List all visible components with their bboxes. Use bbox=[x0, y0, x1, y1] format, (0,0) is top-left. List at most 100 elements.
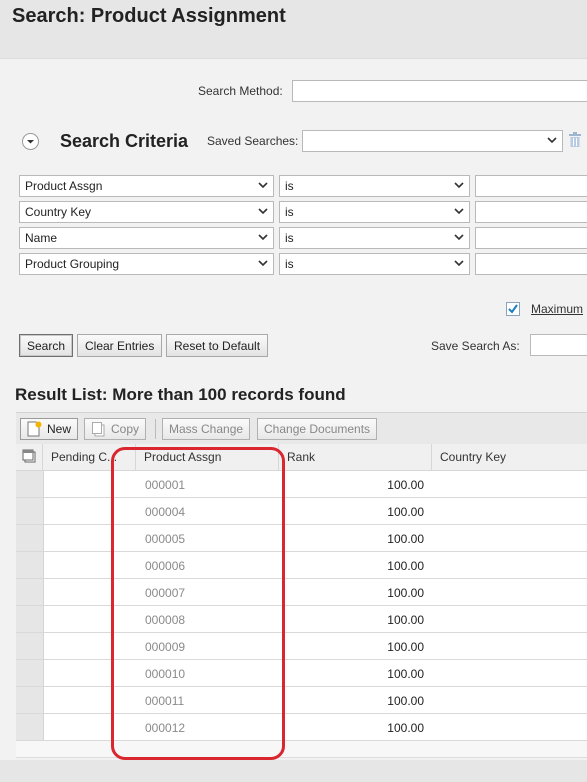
table-row[interactable]: 000007 100.00 bbox=[16, 579, 587, 606]
cell-rank: 100.00 bbox=[387, 613, 424, 627]
copy-button[interactable]: Copy bbox=[84, 418, 147, 440]
change-documents-button[interactable]: Change Documents bbox=[257, 418, 378, 440]
cell-rank: 100.00 bbox=[387, 694, 424, 708]
table-row[interactable]: 000006 100.00 bbox=[16, 552, 587, 579]
result-list-title: Result List: More than 100 records found bbox=[15, 385, 346, 404]
criteria-field-value: Country Key bbox=[25, 205, 92, 219]
column-header-country-key[interactable]: Country Key bbox=[432, 444, 587, 470]
criteria-operator-value: is bbox=[285, 179, 294, 193]
cell-country-key bbox=[440, 498, 580, 524]
criteria-value-input[interactable] bbox=[475, 253, 587, 275]
cell-rank: 100.00 bbox=[387, 559, 424, 573]
search-method-label: Search Method: bbox=[198, 84, 283, 98]
saved-searches-label: Saved Searches: bbox=[207, 134, 299, 148]
copy-button-label: Copy bbox=[111, 422, 140, 436]
chevron-down-icon bbox=[258, 208, 268, 215]
maximum-checkbox[interactable] bbox=[506, 302, 520, 316]
chevron-down-icon bbox=[454, 260, 464, 267]
row-selector[interactable] bbox=[16, 552, 44, 578]
table-row[interactable]: 000012 100.00 bbox=[16, 714, 587, 741]
table-row[interactable]: 000010 100.00 bbox=[16, 660, 587, 687]
row-selector[interactable] bbox=[16, 633, 44, 659]
chevron-down-icon bbox=[454, 234, 464, 241]
page-footer bbox=[0, 760, 587, 782]
table-footer bbox=[16, 741, 587, 758]
clear-entries-button[interactable]: Clear Entries bbox=[77, 334, 163, 357]
criteria-operator-select[interactable]: is bbox=[279, 201, 470, 223]
row-selector[interactable] bbox=[16, 579, 44, 605]
criteria-operator-select[interactable]: is bbox=[279, 175, 470, 197]
criteria-operator-value: is bbox=[285, 205, 294, 219]
criteria-operator-select[interactable]: is bbox=[279, 253, 470, 275]
table-row[interactable]: 000005 100.00 bbox=[16, 525, 587, 552]
cell-country-key bbox=[440, 714, 580, 740]
page-title: Search: Product Assignment bbox=[12, 5, 286, 27]
save-search-as-label: Save Search As: bbox=[431, 339, 520, 353]
table-row[interactable]: 000011 100.00 bbox=[16, 687, 587, 714]
row-selector[interactable] bbox=[16, 714, 44, 740]
table-row[interactable]: 000008 100.00 bbox=[16, 606, 587, 633]
row-selector[interactable] bbox=[16, 687, 44, 713]
chevron-down-icon bbox=[454, 182, 464, 189]
cell-rank: 100.00 bbox=[387, 505, 424, 519]
row-selector[interactable] bbox=[16, 606, 44, 632]
criteria-field-select[interactable]: Product Grouping bbox=[19, 253, 274, 275]
chevron-down-icon bbox=[258, 234, 268, 241]
criteria-value-input[interactable] bbox=[475, 227, 587, 249]
chevron-down-icon bbox=[258, 260, 268, 267]
saved-searches-select[interactable] bbox=[302, 130, 563, 152]
criteria-operator-select[interactable]: is bbox=[279, 227, 470, 249]
row-selector[interactable] bbox=[16, 471, 44, 497]
trash-icon[interactable] bbox=[568, 132, 582, 148]
save-search-as-input[interactable] bbox=[530, 334, 587, 356]
collapse-toggle-icon[interactable] bbox=[22, 133, 39, 150]
toolbar-divider bbox=[155, 419, 156, 439]
cell-rank: 100.00 bbox=[387, 532, 424, 546]
row-selector[interactable] bbox=[16, 660, 44, 686]
cell-country-key bbox=[440, 525, 580, 551]
criteria-field-select[interactable]: Country Key bbox=[19, 201, 274, 223]
cell-country-key bbox=[440, 633, 580, 659]
highlight-annotation bbox=[111, 447, 285, 760]
maximum-label: Maximum bbox=[531, 302, 584, 316]
new-button[interactable]: New bbox=[20, 418, 79, 440]
reset-to-default-button[interactable]: Reset to Default bbox=[166, 334, 269, 357]
chevron-down-icon bbox=[547, 137, 557, 144]
search-method-input[interactable] bbox=[292, 80, 587, 102]
cell-country-key bbox=[440, 579, 580, 605]
check-icon bbox=[508, 304, 518, 314]
column-header-rank[interactable]: Rank bbox=[279, 444, 432, 470]
criteria-field-value: Product Assgn bbox=[25, 179, 103, 193]
table-header: Pending C... Product Assgn Rank Country … bbox=[16, 444, 587, 471]
table-row[interactable]: 000004 100.00 bbox=[16, 498, 587, 525]
row-selector[interactable] bbox=[16, 525, 44, 551]
column-settings-icon[interactable] bbox=[16, 444, 43, 470]
cell-country-key bbox=[440, 660, 580, 686]
criteria-operator-value: is bbox=[285, 257, 294, 271]
criteria-value-input[interactable] bbox=[475, 175, 587, 197]
mass-change-button[interactable]: Mass Change bbox=[162, 418, 251, 440]
cell-rank: 100.00 bbox=[387, 721, 424, 735]
criteria-operator-value: is bbox=[285, 231, 294, 245]
criteria-field-select[interactable]: Name bbox=[19, 227, 274, 249]
new-button-label: New bbox=[47, 422, 72, 436]
cell-rank: 100.00 bbox=[387, 640, 424, 654]
cell-rank: 100.00 bbox=[387, 478, 424, 492]
search-button[interactable]: Search bbox=[19, 334, 74, 357]
criteria-field-select[interactable]: Product Assgn bbox=[19, 175, 274, 197]
cell-country-key bbox=[440, 552, 580, 578]
cell-country-key bbox=[440, 687, 580, 713]
cell-rank: 100.00 bbox=[387, 586, 424, 600]
new-document-icon bbox=[27, 421, 42, 437]
criteria-value-input[interactable] bbox=[475, 201, 587, 223]
table-row[interactable]: 000001 100.00 bbox=[16, 471, 587, 498]
cell-country-key bbox=[440, 471, 580, 497]
table-row[interactable]: 000009 100.00 bbox=[16, 633, 587, 660]
cell-rank: 100.00 bbox=[387, 667, 424, 681]
row-selector[interactable] bbox=[16, 498, 44, 524]
chevron-down-icon bbox=[454, 208, 464, 215]
search-criteria-title: Search Criteria bbox=[60, 131, 189, 151]
cell-country-key bbox=[440, 606, 580, 632]
chevron-down-icon bbox=[258, 182, 268, 189]
copy-icon bbox=[92, 422, 105, 437]
